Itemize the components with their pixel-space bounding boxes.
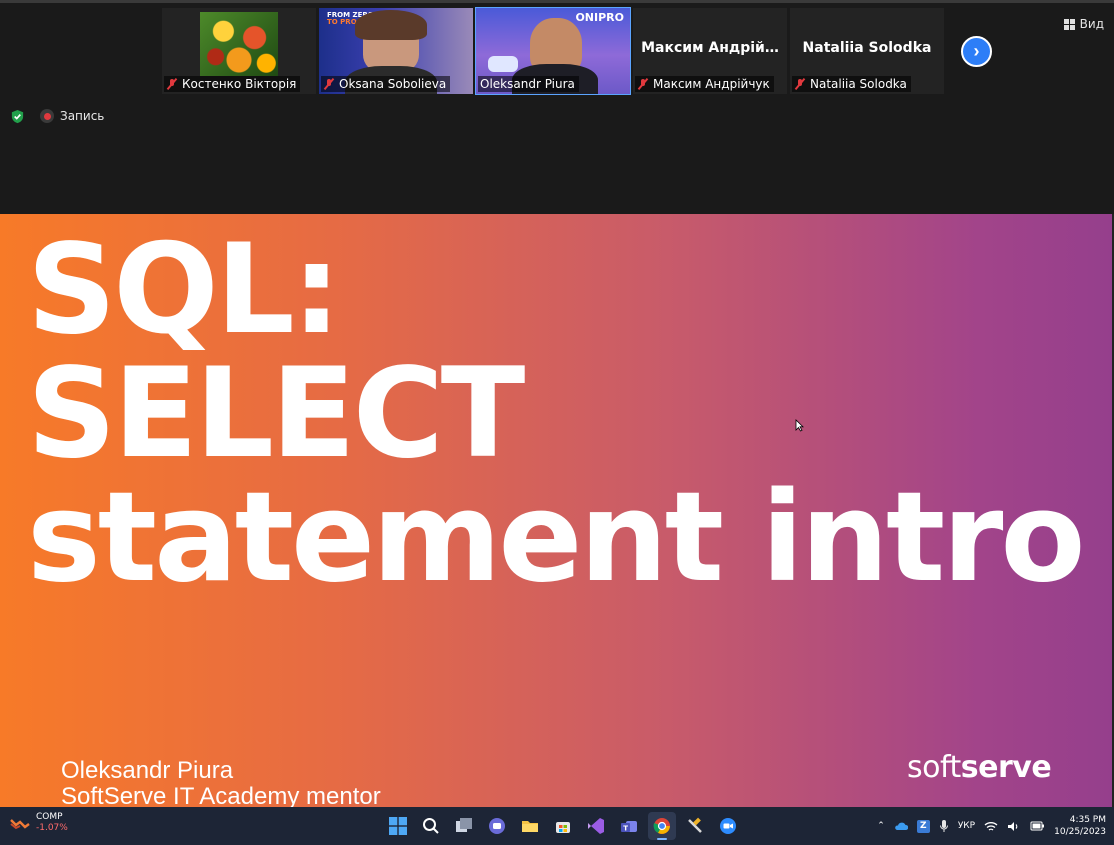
zotero-icon[interactable]: Z bbox=[916, 819, 930, 833]
grid-icon bbox=[1063, 18, 1075, 30]
stock-change: -1.07% bbox=[36, 823, 68, 833]
participant-strip: Костенко Вікторія FROM ZERO TO PRO Oksan… bbox=[162, 7, 944, 96]
taskbar-apps: T bbox=[384, 812, 742, 840]
clock[interactable]: 4:35 PM 10/25/2023 bbox=[1054, 814, 1106, 838]
participant-display-name: Nataliia Solodka bbox=[802, 40, 932, 56]
participant-name: Oleksandr Piura bbox=[480, 77, 575, 91]
mic-muted-icon bbox=[637, 77, 649, 91]
participant-name: Nataliia Solodka bbox=[810, 77, 907, 91]
visual-studio-icon[interactable] bbox=[582, 812, 610, 840]
chevron-right-icon: › bbox=[973, 41, 980, 61]
mic-muted-icon bbox=[166, 77, 178, 91]
stock-ticker: COMP bbox=[36, 812, 63, 822]
task-view-icon[interactable] bbox=[450, 812, 478, 840]
slide-author: Oleksandr Piura SoftServe IT Academy men… bbox=[61, 757, 381, 808]
slide-title: SQL: SELECT statement intro bbox=[27, 218, 1086, 610]
softserve-logo: softserve bbox=[907, 750, 1052, 785]
recording-indicator[interactable]: Запись bbox=[40, 109, 104, 123]
clock-date: 10/25/2023 bbox=[1054, 827, 1106, 837]
mouse-cursor-icon bbox=[795, 419, 804, 432]
stock-widget[interactable]: COMP -1.07% bbox=[10, 812, 68, 834]
participant-tile[interactable]: Костенко Вікторія bbox=[162, 8, 316, 94]
speaker-icon[interactable] bbox=[1007, 821, 1021, 832]
file-explorer-icon[interactable] bbox=[516, 812, 544, 840]
participant-label: Максим Андрійчук bbox=[635, 76, 774, 92]
slide-title-line: statement intro bbox=[27, 466, 1086, 610]
windows-start-icon[interactable] bbox=[384, 812, 412, 840]
participant-name: Максим Андрійчук bbox=[653, 77, 770, 91]
clock-time: 4:35 PM bbox=[1069, 815, 1106, 825]
zoom-icon[interactable] bbox=[714, 812, 742, 840]
stock-chart-icon bbox=[10, 819, 30, 830]
microphone-icon[interactable] bbox=[939, 819, 949, 833]
language-indicator[interactable]: УКР bbox=[958, 821, 975, 831]
view-button[interactable]: Вид bbox=[1063, 14, 1104, 34]
participant-label: Костенко Вікторія bbox=[164, 76, 301, 92]
participant-tile[interactable]: Максим Андрій… Максим Андрійчук bbox=[633, 8, 787, 94]
windows-taskbar: COMP -1.07% T ⌃ Z УКР 4:35 PM 10/25/2023 bbox=[0, 807, 1114, 845]
author-role: SoftServe IT Academy mentor bbox=[61, 783, 381, 808]
mic-muted-icon bbox=[323, 77, 335, 91]
record-icon bbox=[40, 109, 54, 123]
participant-display-name: Максим Андрій… bbox=[641, 40, 779, 56]
participant-label: Oleksandr Piura bbox=[478, 76, 579, 92]
zoom-window: Костенко Вікторія FROM ZERO TO PRO Oksan… bbox=[0, 0, 1114, 845]
participant-name: Костенко Вікторія bbox=[182, 77, 297, 91]
view-label: Вид bbox=[1079, 17, 1104, 31]
svg-text:T: T bbox=[623, 825, 628, 833]
autumn-leaves-image bbox=[200, 12, 278, 76]
participant-name: Oksana Sobolieva bbox=[339, 77, 447, 91]
system-tray: ⌃ Z УКР 4:35 PM 10/25/2023 bbox=[877, 807, 1106, 845]
recording-label: Запись bbox=[60, 109, 105, 123]
store-icon[interactable] bbox=[549, 812, 577, 840]
window-top-border bbox=[0, 0, 1114, 3]
chevron-up-icon[interactable]: ⌃ bbox=[877, 821, 885, 831]
background-banner-text: ONIPRO bbox=[575, 11, 624, 24]
author-name: Oleksandr Piura bbox=[61, 757, 234, 784]
tools-icon[interactable] bbox=[681, 812, 709, 840]
participant-tile[interactable]: Nataliia Solodka Nataliia Solodka bbox=[790, 8, 944, 94]
participant-label: Nataliia Solodka bbox=[792, 76, 911, 92]
participant-tile-active-speaker[interactable]: ONIPRO Oleksandr Piura bbox=[475, 7, 631, 95]
shield-check-icon[interactable] bbox=[10, 109, 25, 124]
slide-title-line: SELECT bbox=[27, 342, 525, 486]
mic-muted-icon bbox=[794, 77, 806, 91]
chrome-icon[interactable] bbox=[648, 812, 676, 840]
onedrive-icon[interactable] bbox=[894, 821, 908, 831]
participant-label: Oksana Sobolieva bbox=[321, 76, 451, 92]
battery-icon[interactable] bbox=[1030, 821, 1045, 831]
next-participants-button[interactable]: › bbox=[961, 36, 992, 67]
shared-screen-slide: SQL: SELECT statement intro Oleksandr Pi… bbox=[0, 214, 1112, 807]
chat-icon[interactable] bbox=[483, 812, 511, 840]
teams-icon[interactable]: T bbox=[615, 812, 643, 840]
wifi-icon[interactable] bbox=[984, 821, 998, 832]
search-icon[interactable] bbox=[417, 812, 445, 840]
participant-tile[interactable]: FROM ZERO TO PRO Oksana Sobolieva bbox=[319, 8, 473, 94]
slide-title-line: SQL: bbox=[27, 218, 341, 362]
